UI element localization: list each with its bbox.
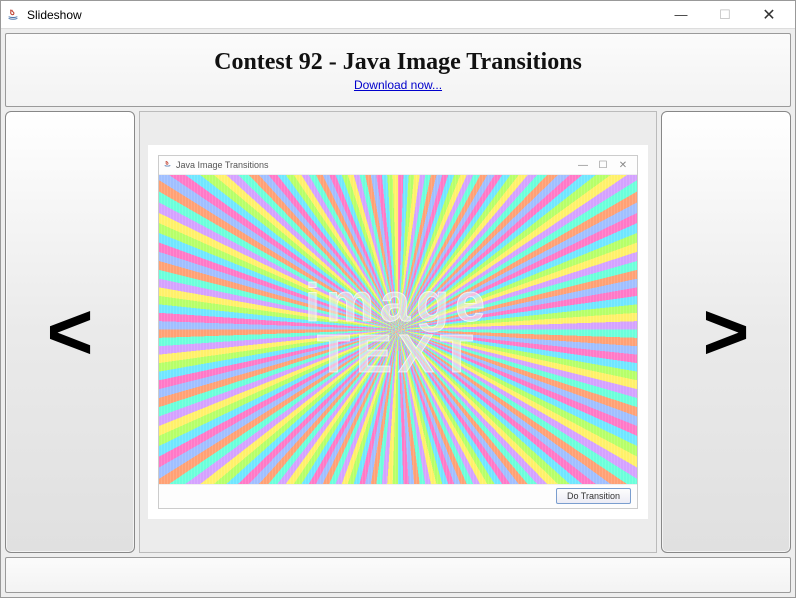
titlebar[interactable]: Slideshow — ☐ ✕: [1, 1, 795, 29]
inner-window: Java Image Transitions — ☐ ✕ image TEXT: [158, 155, 638, 508]
download-link[interactable]: Download now...: [354, 78, 442, 92]
window-title: Slideshow: [27, 8, 659, 22]
close-button[interactable]: ✕: [747, 2, 791, 28]
next-button[interactable]: >: [661, 111, 791, 553]
java-icon: [163, 160, 172, 171]
footer-panel: [5, 557, 791, 593]
inner-window-title: Java Image Transitions: [176, 160, 573, 170]
image-text-line2: TEXT: [305, 329, 491, 380]
minimize-button[interactable]: —: [659, 2, 703, 28]
maximize-button[interactable]: ☐: [703, 2, 747, 28]
app-window: Slideshow — ☐ ✕ Contest 92 - Java Image …: [0, 0, 796, 598]
slide-stage: Java Image Transitions — ☐ ✕ image TEXT: [139, 111, 657, 553]
slide-card: Java Image Transitions — ☐ ✕ image TEXT: [148, 145, 648, 518]
chevron-left-icon: <: [47, 286, 94, 378]
inner-minimize-icon: —: [573, 160, 593, 171]
image-overlay-text: image TEXT: [305, 278, 491, 381]
page-title: Contest 92 - Java Image Transitions: [214, 49, 582, 76]
java-icon: [5, 7, 21, 23]
image-text-line1: image: [305, 278, 491, 329]
do-transition-button[interactable]: Do Transition: [556, 488, 631, 504]
window-controls: — ☐ ✕: [659, 2, 791, 28]
middle-row: < Java Image Transitions: [5, 111, 791, 553]
chevron-right-icon: >: [703, 286, 750, 378]
inner-footer: Do Transition: [159, 484, 637, 508]
header-panel: Contest 92 - Java Image Transitions Down…: [5, 33, 791, 107]
slide-image: image TEXT: [159, 174, 637, 483]
inner-titlebar: Java Image Transitions — ☐ ✕: [159, 156, 637, 174]
content-area: Contest 92 - Java Image Transitions Down…: [1, 29, 795, 597]
prev-button[interactable]: <: [5, 111, 135, 553]
inner-maximize-icon: ☐: [593, 160, 613, 171]
inner-close-icon: ✕: [613, 160, 633, 171]
